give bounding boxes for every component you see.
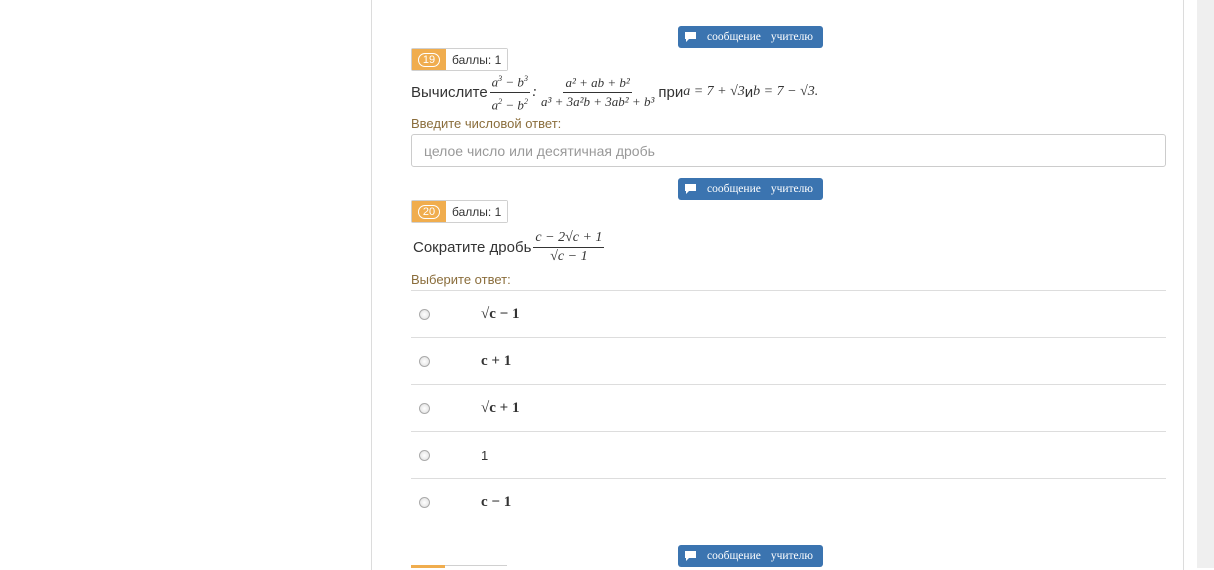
radio-button[interactable] (419, 355, 430, 367)
question-20-prefix: Сократите дробь (413, 238, 532, 256)
question-20-text: Сократите дробь c − 2√c + 1 √c − 1 (413, 225, 606, 269)
message-button-word1: сообщение (707, 183, 761, 195)
message-button-word1: сообщение (707, 31, 761, 43)
question-points: баллы: 1 (446, 49, 508, 70)
message-teacher-button[interactable]: сообщение учителю (678, 26, 823, 48)
option-label: 1 (481, 447, 489, 463)
question-20-header: 20 баллы: 1 (411, 200, 509, 223)
message-button-word2: учителю (770, 550, 813, 562)
option-label: √c + 1 (481, 399, 520, 416)
radio-button[interactable] (419, 496, 430, 508)
chat-bubble-icon (685, 551, 696, 561)
question-number-badge: 19 (412, 49, 446, 70)
message-teacher-button[interactable]: сообщение учителю (678, 545, 823, 567)
question-number-badge: 20 (412, 201, 446, 222)
answer-label-19: Введите числовой ответ: (411, 116, 562, 131)
radio-button[interactable] (419, 402, 430, 414)
division-colon: : (531, 83, 537, 100)
message-button-word2: учителю (770, 183, 813, 195)
question-19-prefix: Вычислите (411, 83, 488, 101)
radio-button[interactable] (419, 449, 430, 461)
fraction-1: a3 − b3 a2 − b2 (489, 71, 530, 113)
chat-bubble-icon (685, 32, 696, 42)
condition-and: и (744, 83, 754, 101)
condition-pre: при (658, 83, 684, 101)
option-label: c + 1 (481, 352, 512, 369)
message-button-word2: учителю (770, 31, 813, 43)
fraction-20: c − 2√c + 1 √c − 1 (533, 229, 605, 264)
right-gutter (1197, 0, 1214, 568)
question-points: баллы: 1 (446, 201, 508, 222)
message-button-word1: сообщение (707, 550, 761, 562)
condition-b: b = 7 − √3. (753, 84, 819, 99)
answer-label-20: Выберите ответ: (411, 272, 511, 287)
radio-button[interactable] (419, 308, 430, 320)
answer-option[interactable]: 1 (411, 431, 1166, 478)
numeric-answer-input[interactable] (411, 134, 1166, 167)
condition-a: a = 7 + √3 (683, 84, 745, 99)
question-19-header: 19 баллы: 1 (411, 48, 509, 71)
option-label: c − 1 (481, 493, 512, 510)
answer-option[interactable]: √c + 1 (411, 384, 1166, 431)
question-19-text: Вычислите a3 − b3 a2 − b2 : a² + ab + b²… (411, 72, 818, 112)
option-label: √c − 1 (481, 305, 520, 322)
answer-option[interactable]: c + 1 (411, 337, 1166, 384)
answer-option[interactable]: √c − 1 (411, 290, 1166, 337)
answer-option[interactable]: c − 1 (411, 478, 1166, 525)
message-teacher-button[interactable]: сообщение учителю (678, 178, 823, 200)
chat-bubble-icon (685, 184, 696, 194)
fraction-2: a² + ab + b² a³ + 3a²b + 3ab² + b³ (540, 74, 655, 109)
